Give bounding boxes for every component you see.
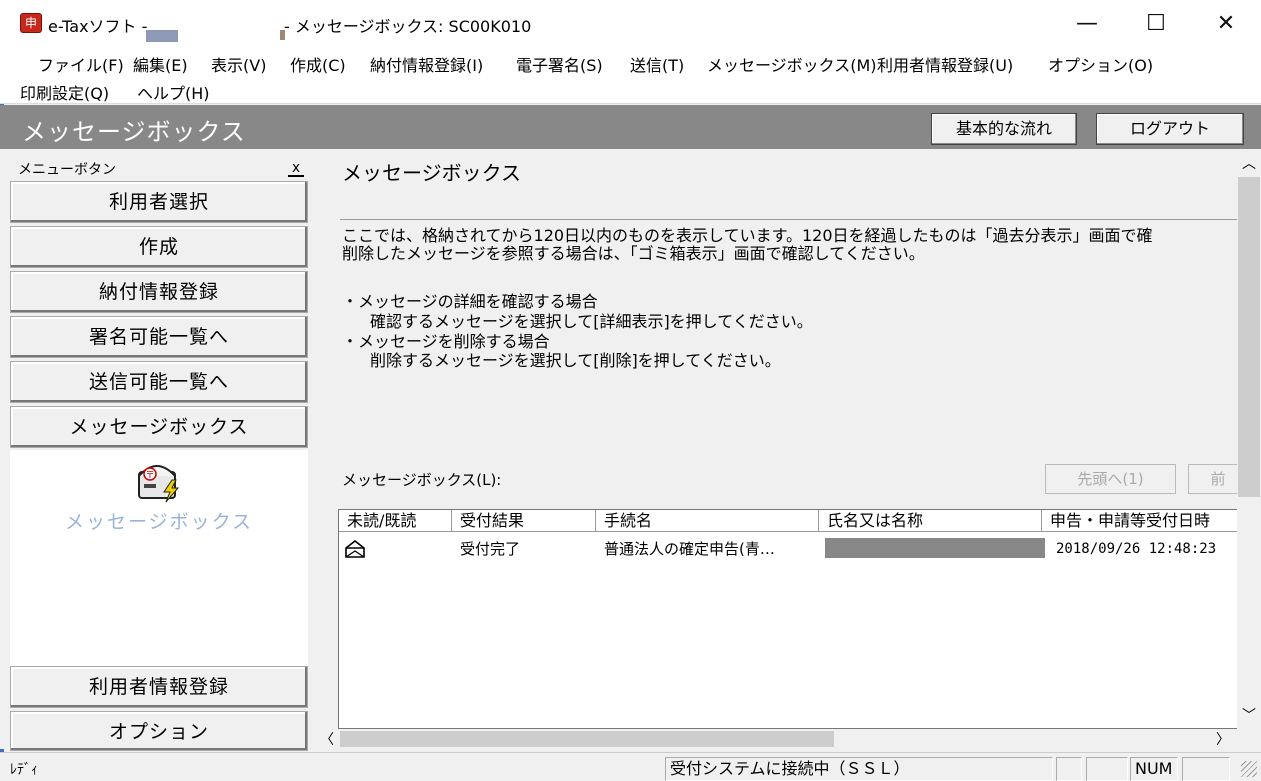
- menu-print-settings[interactable]: 印刷設定(Q): [20, 80, 109, 104]
- menu-signature[interactable]: 電子署名(S): [516, 52, 603, 76]
- column-header-result[interactable]: 受付結果: [452, 510, 596, 532]
- mailbox-icon-label[interactable]: メッセージボックス: [10, 507, 308, 534]
- delete-bullet: ・メッセージを削除する場合: [342, 332, 550, 351]
- status-panel-empty-1: [1056, 757, 1082, 781]
- menu-payment-info[interactable]: 納付情報登録(I): [370, 52, 483, 76]
- user-select-button[interactable]: 利用者選択: [10, 181, 308, 223]
- menu-user-info[interactable]: 利用者情報登録(U): [877, 52, 1013, 76]
- main-panel: メッセージボックス ここでは、格納されてから120日以内のものを表示しています。…: [316, 149, 1248, 749]
- page-title: メッセージボックス: [342, 161, 521, 185]
- status-panel-empty-2: [1086, 757, 1128, 781]
- close-button[interactable]: ✕: [1203, 6, 1249, 42]
- delete-bullet-text: 削除するメッセージを選択して[削除]を押してください。: [370, 351, 781, 370]
- scroll-up-icon[interactable]: ︿: [1237, 153, 1261, 173]
- title-divider: [340, 219, 1237, 220]
- intro-text-1: ここでは、格納されてから120日以内のものを表示しています。120日を経過したも…: [342, 226, 1153, 245]
- detail-bullet: ・メッセージの詳細を確認する場合: [342, 292, 598, 311]
- menu-edit[interactable]: 編集(E): [133, 52, 188, 76]
- menu-send[interactable]: 送信(T): [630, 52, 684, 76]
- menu-create[interactable]: 作成(C): [290, 52, 346, 76]
- scroll-right-icon[interactable]: 〉: [1216, 729, 1230, 749]
- options-button[interactable]: オプション: [10, 711, 308, 751]
- etax-window: 申 e-Taxソフト - - メッセージボックス: SC00K010 — ☐ ✕…: [0, 0, 1261, 781]
- column-header-procedure[interactable]: 手続名: [596, 510, 819, 532]
- window-title-app: e-Taxソフト -: [48, 17, 148, 36]
- status-panel-empty-3: [1182, 757, 1230, 781]
- column-header-read-status[interactable]: 未読/既読: [339, 510, 452, 532]
- menu-bar: ファイル(F) 編集(E) 表示(V) 作成(C) 納付情報登録(I) 電子署名…: [0, 48, 1261, 104]
- column-header-datetime[interactable]: 申告・申請等受付日時: [1042, 510, 1238, 532]
- basic-flow-button[interactable]: 基本的な流れ: [931, 113, 1077, 145]
- window-title: - メッセージボックス: SC00K010: [284, 17, 532, 36]
- title-bar: 申 e-Taxソフト - - メッセージボックス: SC00K010 — ☐ ✕: [0, 0, 1261, 48]
- svg-text:〒: 〒: [145, 471, 154, 481]
- menu-messagebox[interactable]: メッセージボックス(M): [707, 52, 877, 76]
- resize-grip-icon[interactable]: [1241, 761, 1257, 777]
- messagebox-button[interactable]: メッセージボックス: [10, 406, 308, 448]
- status-bar: ﾚﾃﾞｨ 受付システムに接続中（ＳＳＬ） NUM: [0, 752, 1261, 781]
- scroll-left-icon[interactable]: 〈: [320, 729, 334, 749]
- screen-title: メッセージボックス: [22, 118, 246, 146]
- menu-button-panel: メニューボタン x 利用者選択 作成 納付情報登録 署名可能一覧へ 送信可能一覧…: [0, 149, 316, 751]
- first-page-button[interactable]: 先頭へ(1): [1045, 464, 1176, 494]
- num-lock-indicator: NUM: [1130, 757, 1178, 781]
- detail-bullet-text: 確認するメッセージを選択して[詳細表示]を押してください。: [370, 312, 813, 331]
- column-header-name[interactable]: 氏名又は名称: [819, 510, 1042, 532]
- sendable-list-button[interactable]: 送信可能一覧へ: [10, 361, 308, 403]
- vertical-scrollbar[interactable]: ︿ ﹀: [1237, 149, 1261, 729]
- user-info-register-button[interactable]: 利用者情報登録: [10, 666, 308, 708]
- result-cell: 受付完了: [460, 540, 521, 558]
- payment-info-button[interactable]: 納付情報登録: [10, 271, 308, 313]
- maximize-button[interactable]: ☐: [1133, 6, 1179, 42]
- intro-text-2: 削除したメッセージを参照する場合は、「ゴミ箱表示」画面で確認してください。: [342, 244, 925, 263]
- sidebar-close-icon[interactable]: x: [288, 161, 304, 177]
- datetime-cell: 2018/09/26 12:48:23: [1056, 541, 1217, 557]
- menu-view[interactable]: 表示(V): [211, 52, 266, 76]
- redacted-name-cell: [825, 538, 1045, 558]
- status-ready: ﾚﾃﾞｨ: [10, 762, 38, 778]
- mailbox-icon[interactable]: 〒: [136, 458, 182, 504]
- message-list-label: メッセージボックス(L):: [342, 471, 502, 489]
- menu-file[interactable]: ファイル(F): [38, 52, 124, 76]
- menu-options[interactable]: オプション(O): [1048, 52, 1153, 76]
- sidebar-title: メニューボタン: [18, 162, 116, 178]
- procedure-cell: 普通法人の確定申告(青…: [604, 540, 775, 558]
- logout-button[interactable]: ログアウト: [1096, 113, 1244, 145]
- connection-status: 受付システムに接続中（ＳＳＬ）: [665, 757, 1053, 781]
- etax-app-icon: 申: [20, 13, 42, 33]
- minimize-button[interactable]: —: [1064, 6, 1110, 42]
- signable-list-button[interactable]: 署名可能一覧へ: [10, 316, 308, 358]
- redacted-title-part: [146, 30, 178, 42]
- scroll-down-icon[interactable]: ﹀: [1237, 705, 1261, 725]
- vertical-scroll-thumb[interactable]: [1238, 177, 1260, 497]
- message-table: 未読/既読 受付結果 手続名 氏名又は名称 申告・申請等受付日時 受付完了 普通…: [338, 509, 1238, 729]
- opened-envelope-icon: [345, 540, 365, 558]
- menu-help[interactable]: ヘルプ(H): [137, 80, 210, 104]
- horizontal-scrollbar[interactable]: 〈 〉: [316, 729, 1237, 749]
- horizontal-scroll-thumb[interactable]: [340, 731, 834, 747]
- create-button[interactable]: 作成: [10, 226, 308, 268]
- screen-header: メッセージボックス 基本的な流れ ログアウト: [0, 105, 1261, 149]
